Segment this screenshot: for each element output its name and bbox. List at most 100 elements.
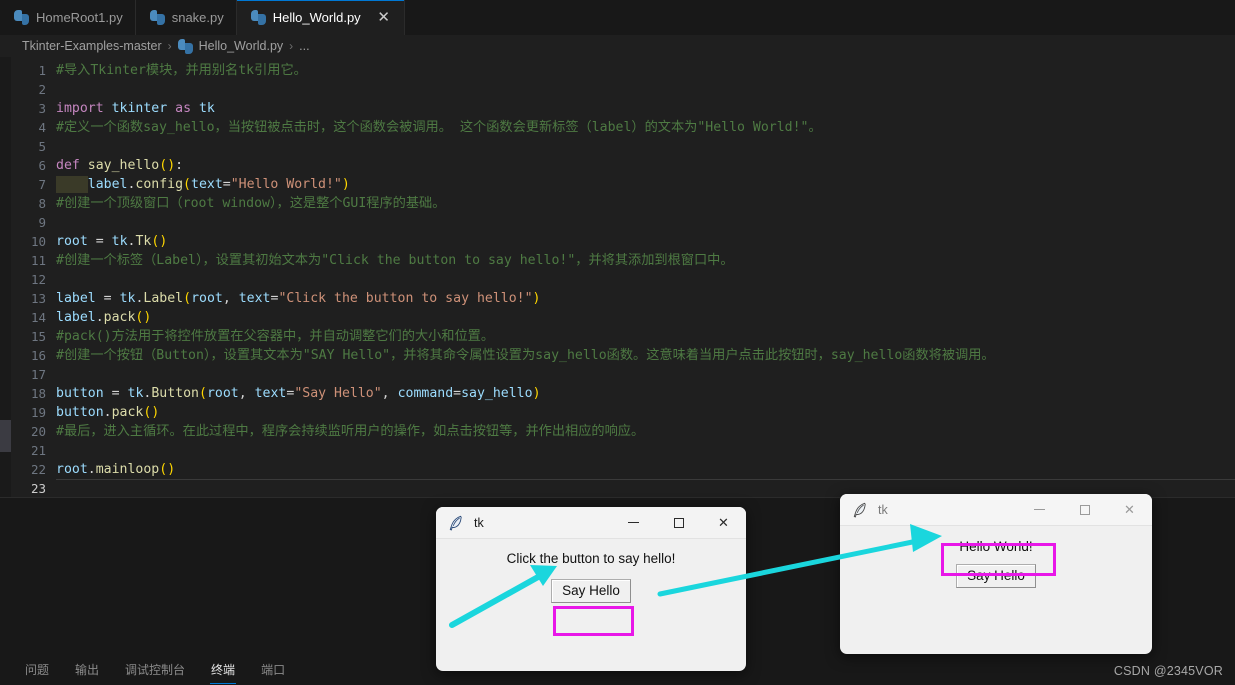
panel-tab-ports[interactable]: 端口 [260, 656, 286, 684]
watermark-text: CSDN @2345VOR [1113, 664, 1223, 678]
feather-icon [447, 514, 465, 532]
tk-window-after-click[interactable]: tk ✕ Hello World! Say Hello [840, 494, 1152, 654]
code-line: 12 [0, 270, 1235, 289]
code-line-text: #最后，进入主循环。在此过程中，程序会持续监听用户的操作，如点击按钮等，并作出相… [56, 424, 645, 439]
editor-tab-bar: HomeRoot1.py snake.py Hello_World.py ✕ [0, 0, 1235, 35]
breadcrumb-item-symbol[interactable]: ... [299, 39, 309, 53]
tk-window-before-click[interactable]: tk ✕ Click the button to say hello! Say … [436, 507, 746, 671]
tab-hello-world-py[interactable]: Hello_World.py ✕ [236, 0, 405, 35]
line-number: 2 [38, 82, 46, 97]
code-line-text: #pack()方法用于将控件放置在父容器中，并自动调整它们的大小和位置。 [56, 329, 495, 344]
line-number: 16 [30, 348, 46, 363]
tk-window-controls: ✕ [1017, 494, 1152, 525]
line-number: 9 [38, 215, 46, 230]
code-line-text: #导入Tkinter模块，并用别名tk引用它。 [56, 63, 307, 78]
line-number: 10 [30, 234, 46, 249]
code-content[interactable]: 1 #导入Tkinter模块，并用别名tk引用它。 2 3 import tkinter… [0, 61, 1235, 497]
code-line: 7 label.config(text="Hello World!") [0, 175, 1235, 194]
python-file-icon [177, 38, 193, 54]
chevron-right-icon: › [289, 39, 294, 53]
line-number: 22 [30, 462, 46, 477]
panel-tab-terminal[interactable]: 终端 [210, 656, 237, 684]
code-line-text: button = tk.Button(root, text="Say Hello… [56, 386, 541, 401]
code-line: 13 label = tk.Label(root, text="Click the… [0, 289, 1235, 308]
code-line: 22 root.mainloop() [0, 460, 1235, 479]
say-hello-button[interactable]: Say Hello [551, 579, 631, 603]
line-number: 5 [38, 139, 46, 154]
code-line-text: #创建一个标签（Label），设置其初始文本为"Click the button… [56, 253, 734, 268]
tk-window-body: Click the button to say hello! Say Hello [436, 551, 746, 671]
breadcrumb-item-folder[interactable]: Tkinter-Examples-master [22, 39, 162, 53]
line-number: 6 [38, 158, 46, 173]
code-line-text: button.pack() [56, 405, 160, 420]
code-line: 10 root = tk.Tk() [0, 232, 1235, 251]
python-file-icon [149, 10, 165, 25]
code-line: 5 [0, 137, 1235, 156]
maximize-icon[interactable] [1062, 494, 1107, 525]
panel-tab-output[interactable]: 输出 [74, 656, 100, 684]
tab-label: HomeRoot1.py [36, 10, 123, 25]
breadcrumb-item-file[interactable]: Hello_World.py [199, 39, 284, 53]
line-number: 3 [38, 101, 46, 116]
panel-tab-problems[interactable]: 问题 [24, 656, 50, 684]
breadcrumb: Tkinter-Examples-master › Hello_World.py… [0, 35, 1235, 57]
code-line-text: #定义一个函数say_hello，当按钮被点击时，这个函数会被调用。 这个函数会… [56, 120, 822, 135]
close-icon[interactable]: ✕ [376, 10, 392, 25]
tab-label: Hello_World.py [272, 10, 361, 25]
highlight-box-hello-world-label [941, 543, 1056, 576]
close-icon[interactable]: ✕ [1107, 494, 1152, 525]
line-number: 13 [30, 291, 46, 306]
maximize-icon[interactable] [656, 507, 701, 538]
tk-window-title: tk [474, 515, 484, 530]
line-number: 1 [38, 63, 46, 78]
line-number: 17 [30, 367, 46, 382]
minimize-icon[interactable] [611, 507, 656, 538]
highlight-box-say-hello-button [553, 606, 634, 636]
code-line-text: root = tk.Tk() [56, 234, 168, 249]
line-number: 11 [30, 253, 46, 268]
tab-snake-py[interactable]: snake.py [135, 0, 237, 35]
code-line: 4 #定义一个函数say_hello，当按钮被点击时，这个函数会被调用。 这个函数… [0, 118, 1235, 137]
code-line: 6 def say_hello(): [0, 156, 1235, 175]
code-line: 11 #创建一个标签（Label），设置其初始文本为"Click the butt… [0, 251, 1235, 270]
line-number: 18 [30, 386, 46, 401]
code-line: 18 button = tk.Button(root, text="Say Hel… [0, 384, 1235, 403]
code-line: 8 #创建一个顶级窗口（root window），这是整个GUI程序的基础。 [0, 194, 1235, 213]
panel-tab-debug-console[interactable]: 调试控制台 [124, 656, 186, 684]
code-line-text: label.pack() [56, 310, 152, 325]
tk-titlebar[interactable]: tk ✕ [840, 494, 1152, 526]
code-line: 3 import tkinter as tk [0, 99, 1235, 118]
line-number: 20 [30, 424, 46, 439]
tab-homeroot1-py[interactable]: HomeRoot1.py [0, 0, 136, 35]
code-line: 20 #最后，进入主循环。在此过程中，程序会持续监听用户的操作，如点击按钮等，并作… [0, 422, 1235, 441]
minimize-icon[interactable] [1017, 494, 1062, 525]
line-number: 4 [38, 120, 46, 135]
code-line-text: def say_hello(): [56, 158, 184, 173]
tk-window-body: Hello World! Say Hello [840, 539, 1152, 654]
tab-label: snake.py [171, 10, 224, 25]
feather-icon [851, 501, 869, 519]
tk-titlebar[interactable]: tk ✕ [436, 507, 746, 539]
code-line: 1 #导入Tkinter模块，并用别名tk引用它。 [0, 61, 1235, 80]
code-line: 16 #创建一个按钮（Button），设置其文本为"SAY Hello"，并将其命… [0, 346, 1235, 365]
line-number: 12 [30, 272, 46, 287]
line-number: 23 [30, 481, 46, 496]
line-number: 8 [38, 196, 46, 211]
tab-bar-empty-space [404, 0, 1235, 35]
code-line: 15 #pack()方法用于将控件放置在父容器中，并自动调整它们的大小和位置。 [0, 327, 1235, 346]
code-line: 2 [0, 80, 1235, 99]
line-number: 19 [30, 405, 46, 420]
code-line: 19 button.pack() [0, 403, 1235, 422]
line-number: 7 [38, 177, 46, 192]
code-line: 14 label.pack() [0, 308, 1235, 327]
python-file-icon [14, 10, 29, 25]
code-line-text: #创建一个顶级窗口（root window），这是整个GUI程序的基础。 [56, 196, 446, 211]
close-icon[interactable]: ✕ [701, 507, 746, 538]
code-line-text: label.config(text="Hello World!") [56, 175, 1235, 194]
code-line-text: #创建一个按钮（Button），设置其文本为"SAY Hello"，并将其命令属… [56, 348, 995, 363]
code-editor[interactable]: 1 #导入Tkinter模块，并用别名tk引用它。 2 3 import tkinter… [0, 57, 1235, 497]
line-number: 15 [30, 329, 46, 344]
tk-window-controls: ✕ [611, 507, 746, 538]
code-line: 9 [0, 213, 1235, 232]
line-number: 21 [30, 443, 46, 458]
